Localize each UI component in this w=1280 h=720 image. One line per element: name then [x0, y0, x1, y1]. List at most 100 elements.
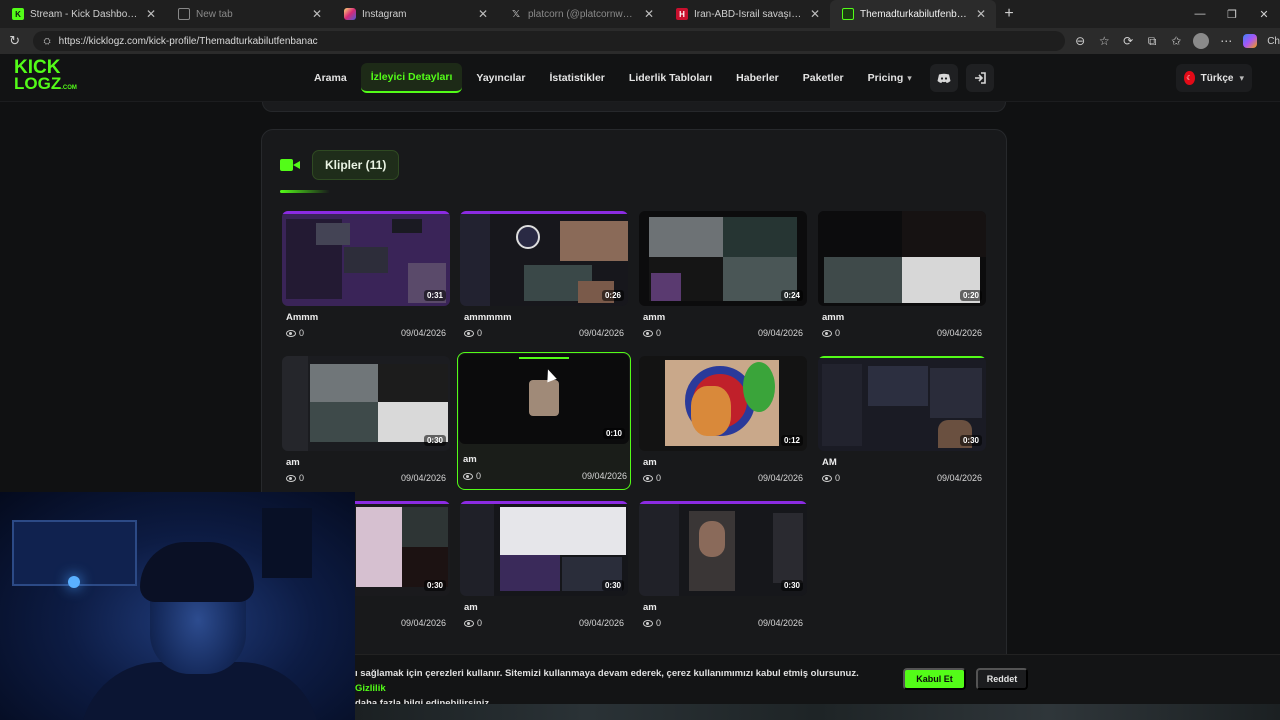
- clip-title: am: [643, 602, 657, 613]
- eye-icon: [643, 329, 653, 337]
- clip-thumbnail[interactable]: 0:30: [639, 501, 807, 596]
- close-icon[interactable]: ✕: [144, 7, 158, 21]
- clip-thumbnail[interactable]: 0:30: [818, 356, 986, 451]
- clip-views: 0: [835, 328, 841, 338]
- kicklogz-icon: [842, 8, 854, 20]
- nav-liderlik-tablolari[interactable]: Liderlik Tabloları: [619, 63, 722, 93]
- clip-duration: 0:26: [601, 290, 624, 301]
- login-icon: [974, 72, 986, 84]
- close-icon[interactable]: ✕: [310, 7, 324, 21]
- lamp-light: [68, 576, 80, 588]
- url-field[interactable]: ⛭ https://kicklogz.com/kick-profile/Them…: [33, 31, 1066, 51]
- privacy-link[interactable]: Gizlilik: [355, 683, 386, 694]
- clip-views: 0: [656, 618, 662, 628]
- nav-istatistikler[interactable]: İstatistikler: [539, 63, 614, 93]
- reader-icon[interactable]: ⊖: [1073, 34, 1087, 48]
- nav-pricing-label: Pricing: [867, 72, 904, 84]
- copilot-icon[interactable]: [1243, 34, 1258, 48]
- news-icon: H: [676, 8, 688, 20]
- logo-text-2: LOGZ: [14, 74, 62, 93]
- nav-haberler[interactable]: Haberler: [726, 63, 789, 93]
- discord-icon: [937, 73, 951, 83]
- clip-duration: 0:30: [423, 580, 446, 591]
- clip-thumbnail[interactable]: 0:30: [460, 501, 628, 596]
- browser-tab-5[interactable]: H İran-ABD-İsrail savaşı son dakika... ✕: [664, 0, 830, 28]
- x-icon: 𝕏: [511, 8, 521, 20]
- language-selector[interactable]: ☾ Türkçe ▾: [1176, 64, 1252, 92]
- more-icon[interactable]: ⋯: [1219, 34, 1233, 48]
- restore-icon[interactable]: ❐: [1216, 0, 1248, 28]
- clip-duration: 0:24: [780, 290, 803, 301]
- tab-title: platcorn (@platcornweb) / X: [528, 8, 636, 20]
- clip-thumbnail[interactable]: 0:31: [282, 211, 450, 306]
- clip-duration: 0:20: [959, 290, 982, 301]
- extensions-icon[interactable]: ⧉: [1145, 34, 1159, 49]
- clip-meta: 0 09/04/2026: [822, 473, 982, 483]
- kick-icon: K: [12, 8, 24, 20]
- nav-paketler[interactable]: Paketler: [793, 63, 854, 93]
- clip-card[interactable]: 0:31 Ammm 0 09/04/2026: [281, 210, 451, 344]
- refresh-extension-icon[interactable]: ⟳: [1121, 34, 1135, 48]
- clip-date: 09/04/2026: [757, 328, 803, 338]
- clip-title: am: [464, 602, 478, 613]
- clip-duration: 0:30: [423, 435, 446, 446]
- nav-izleyici-detaylari[interactable]: İzleyici Detayları: [360, 63, 463, 93]
- clip-meta: 0 09/04/2026: [286, 328, 446, 338]
- browser-tab-6[interactable]: Themadturkabilutfenbanac - Kick L ✕: [830, 0, 996, 28]
- accept-cookies-button[interactable]: Kabul Et: [903, 668, 966, 690]
- clip-thumbnail[interactable]: 0:30: [282, 356, 450, 451]
- language-label: Türkçe: [1200, 72, 1234, 84]
- clip-thumbnail[interactable]: 0:26: [460, 211, 628, 306]
- browser-tab-2[interactable]: New tab ✕: [166, 0, 332, 28]
- site-info-icon[interactable]: ⛭: [43, 36, 50, 47]
- clip-views: 0: [477, 618, 483, 628]
- clip-thumbnail[interactable]: 0:20: [818, 211, 986, 306]
- tab-title: New tab: [196, 8, 233, 20]
- eye-icon: [464, 329, 474, 337]
- nav-pricing[interactable]: Pricing ▾: [858, 63, 922, 93]
- clip-card[interactable]: 0:30 am 0 09/04/2026: [638, 500, 808, 634]
- clip-views: 0: [656, 473, 662, 483]
- clip-date: 09/04/2026: [578, 618, 624, 628]
- login-button[interactable]: [965, 64, 994, 92]
- clip-meta: 0 09/04/2026: [286, 473, 446, 483]
- browser-tab-1[interactable]: K Stream - Kick Dashboard ✕: [0, 0, 166, 28]
- kicklogz-logo[interactable]: KICK LOGZ.COM: [14, 58, 77, 96]
- browser-tab-3[interactable]: Instagram ✕: [332, 0, 498, 28]
- nav-arama[interactable]: Arama: [304, 63, 357, 93]
- reload-icon[interactable]: ↻: [0, 33, 29, 49]
- clip-duration: 0:30: [601, 580, 624, 591]
- turkey-flag-icon: ☾: [1184, 71, 1195, 85]
- clips-panel: Klipler (11) 0:31 Ammm 0 09/04/2026 0:26…: [261, 129, 1007, 689]
- clip-card[interactable]: 0:26 ammmmm 0 09/04/2026: [459, 210, 629, 344]
- clip-card[interactable]: 0:12 am 0 09/04/2026: [638, 355, 808, 489]
- newtab-icon: [178, 8, 190, 20]
- clip-title: Ammm: [286, 312, 319, 323]
- clip-card[interactable]: 0:20 amm 0 09/04/2026: [817, 210, 987, 344]
- tab-title: Stream - Kick Dashboard: [30, 8, 138, 20]
- clip-duration: 0:12: [780, 435, 803, 446]
- clip-thumbnail[interactable]: 0:24: [639, 211, 807, 306]
- nav-yayincilar[interactable]: Yayıncılar: [466, 63, 535, 93]
- clip-thumbnail[interactable]: 0:10: [459, 354, 629, 444]
- minimize-icon[interactable]: —: [1184, 0, 1216, 28]
- clip-card[interactable]: 0:30 AM 0 09/04/2026: [817, 355, 987, 489]
- profile-avatar[interactable]: [1193, 33, 1210, 49]
- favorites-icon[interactable]: ✩: [1169, 34, 1183, 48]
- close-window-icon[interactable]: ✕: [1248, 0, 1280, 28]
- close-icon[interactable]: ✕: [476, 7, 490, 21]
- favorite-star-icon[interactable]: ☆: [1097, 34, 1111, 48]
- browser-toolbar: ⊖ ☆ ⟳ ⧉ ✩ ⋯ Ch: [1073, 33, 1280, 49]
- new-tab-button[interactable]: +: [996, 5, 1022, 23]
- clip-card[interactable]: 0:24 amm 0 09/04/2026: [638, 210, 808, 344]
- close-icon[interactable]: ✕: [974, 7, 988, 21]
- clip-duration: 0:10: [602, 428, 625, 439]
- clip-card[interactable]: 0:30 am 0 09/04/2026: [281, 355, 451, 489]
- reject-cookies-button[interactable]: Reddet: [976, 668, 1028, 690]
- close-icon[interactable]: ✕: [808, 7, 822, 21]
- discord-button[interactable]: [929, 64, 958, 92]
- close-icon[interactable]: ✕: [642, 7, 656, 21]
- clip-card[interactable]: 0:30 am 0 09/04/2026: [459, 500, 629, 634]
- browser-tab-4[interactable]: 𝕏 platcorn (@platcornweb) / X ✕: [498, 0, 664, 28]
- clip-thumbnail[interactable]: 0:12: [639, 356, 807, 451]
